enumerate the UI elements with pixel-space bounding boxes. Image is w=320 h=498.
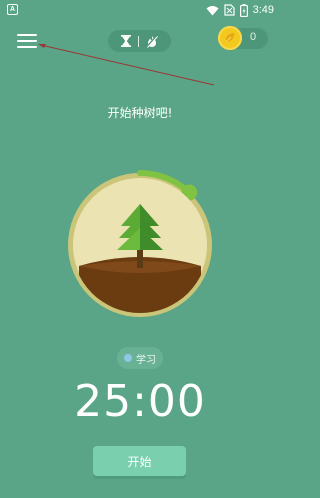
wifi-icon <box>206 5 219 15</box>
no-fire-icon[interactable] <box>146 34 158 48</box>
tag-selector[interactable]: 学习 <box>117 347 163 369</box>
mode-toggle[interactable] <box>108 30 171 52</box>
mode-divider <box>138 35 139 47</box>
plant-prompt: 开始种树吧! <box>107 106 173 120</box>
notification-app-icon: A <box>7 4 18 15</box>
gold-coin-icon <box>218 26 242 50</box>
status-icons: 3:49 <box>206 2 274 18</box>
timer-display[interactable]: 25:00 <box>0 376 280 427</box>
coin-count: 0 <box>250 31 257 43</box>
tag-color-dot <box>124 354 132 362</box>
status-bar: A 3:49 <box>0 0 280 20</box>
battery-icon <box>239 3 248 17</box>
hourglass-icon[interactable] <box>121 35 131 47</box>
coin-balance[interactable]: 0 <box>218 26 268 50</box>
menu-button[interactable] <box>15 30 39 52</box>
start-button[interactable]: 开始 <box>93 446 186 476</box>
tree-timer-ring[interactable] <box>60 170 220 330</box>
sim-no-signal-icon <box>223 4 235 16</box>
tag-label: 学习 <box>136 354 156 366</box>
status-time: 3:49 <box>252 4 274 16</box>
